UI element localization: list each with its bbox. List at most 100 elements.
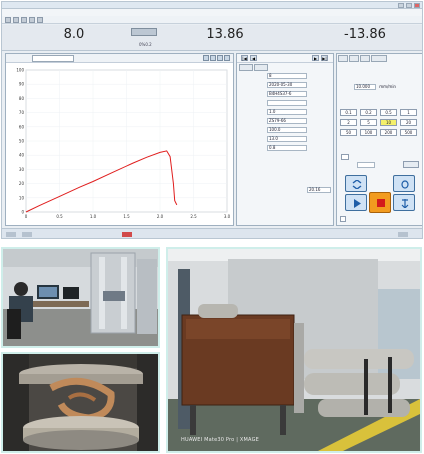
step-button[interactable]: 500 <box>400 129 417 136</box>
speed-input[interactable]: 10.000 <box>354 84 376 90</box>
x-tick-label: 0 <box>25 214 28 219</box>
play-icon <box>354 199 361 208</box>
pan-icon[interactable] <box>217 55 223 61</box>
next-record-icon[interactable]: ▶ <box>312 55 319 61</box>
readout-small-label: 0%0.2 <box>139 42 152 47</box>
tab-info[interactable] <box>239 64 253 71</box>
force-displacement-chart: 01020304050607080901000 0.5 1.0 1.5 2.0 2.5 3.… <box>16 68 231 220</box>
specimen-field-value[interactable]: ZS79-66 <box>267 118 307 124</box>
specimen-closeup-photo <box>1 352 160 453</box>
test-rig-photo: HUAWEI Mate30 Pro | XMAGE <box>166 247 422 453</box>
x-tick-label: 3.0 <box>224 214 231 219</box>
apply-button[interactable] <box>403 161 419 168</box>
maximize-icon[interactable] <box>406 3 412 8</box>
first-record-icon[interactable]: |◀ <box>241 55 248 61</box>
toolbar-button[interactable] <box>21 17 27 23</box>
title-bar <box>2 2 422 9</box>
target-input[interactable] <box>357 162 375 168</box>
specimen-field-value[interactable]: B4H4S37-6 <box>267 91 307 97</box>
specimen-field: 0.8 <box>239 145 333 151</box>
status-segment <box>22 232 32 237</box>
tab-param[interactable] <box>349 55 359 62</box>
toolbar-button[interactable] <box>29 17 35 23</box>
zoom-in-icon[interactable] <box>203 55 209 61</box>
minimize-icon[interactable] <box>398 3 404 8</box>
tab-result[interactable] <box>254 64 268 71</box>
specimen-field: 2020-05-30 <box>239 82 333 88</box>
rig-scene <box>168 249 420 451</box>
zero-icon <box>401 180 409 189</box>
specimen-field: 1.0 <box>239 109 333 115</box>
jog-button[interactable] <box>345 175 367 192</box>
prev-record-icon[interactable]: ◀ <box>250 55 257 61</box>
specimen-field-value[interactable]: 2020-05-30 <box>267 82 307 88</box>
x-tick-label: 1.0 <box>90 214 97 219</box>
chart-tools <box>202 55 230 64</box>
auto-return-checkbox[interactable] <box>340 216 346 222</box>
y-tick-label: 100 <box>16 68 24 73</box>
specimen-field: 100.0 <box>239 127 333 133</box>
x-tick-label: 2.5 <box>190 214 197 219</box>
extra-field-value[interactable]: 20.16 <box>307 187 331 193</box>
step-button[interactable]: 0.2 <box>360 109 377 116</box>
toolbar-button[interactable] <box>13 17 19 23</box>
specimen-field-value[interactable]: 13.0 <box>267 136 307 142</box>
status-segment <box>398 232 408 237</box>
stop-button[interactable] <box>369 192 391 213</box>
control-tabs <box>338 55 388 63</box>
step-button[interactable]: 10 <box>380 119 397 126</box>
toolbar <box>2 16 422 24</box>
curve-panel-header <box>6 54 233 63</box>
status-indicator <box>122 232 132 237</box>
specimen-info-panel: |◀ ◀ ▶ ▶| 8 2020-05-30 B4H4S37-6 1.0 ZS79-66… <box>236 53 334 226</box>
readout-toggle-button[interactable] <box>131 28 157 36</box>
specimen-scene <box>3 354 158 451</box>
menu-bar <box>2 9 422 16</box>
step-button[interactable]: 2 <box>340 119 357 126</box>
step-button[interactable]: 200 <box>380 129 397 136</box>
tab-other[interactable] <box>371 55 387 62</box>
speed-row: 10.000 mm/min <box>340 84 396 90</box>
double-arrow-icon <box>352 180 362 189</box>
toolbar-button[interactable] <box>5 17 11 23</box>
speed-unit: mm/min <box>379 84 396 89</box>
step-button[interactable]: 20 <box>400 119 417 126</box>
zero-button[interactable] <box>393 175 415 192</box>
step-button[interactable]: 1 <box>400 109 417 116</box>
tab-control[interactable] <box>338 55 348 62</box>
toolbar-button[interactable] <box>37 17 43 23</box>
y-tick-label: 60 <box>19 124 25 129</box>
option-checkbox[interactable] <box>341 154 349 160</box>
last-record-icon[interactable]: ▶| <box>321 55 328 61</box>
y-tick-label: 80 <box>19 96 25 101</box>
deformation-readout: -13.86 <box>344 27 386 42</box>
record-nav: |◀ ◀ ▶ ▶| <box>237 54 333 63</box>
specimen-field: ZS79-66 <box>239 118 333 124</box>
x-tick-label: 1.5 <box>123 214 130 219</box>
specimen-field <box>239 100 333 106</box>
step-button[interactable]: 0.1 <box>340 109 357 116</box>
specimen-field-value[interactable]: 1.0 <box>267 109 307 115</box>
zoom-out-icon[interactable] <box>210 55 216 61</box>
step-button[interactable]: 100 <box>360 129 377 136</box>
specimen-field-value[interactable]: 8 <box>267 73 307 79</box>
curve-type-select[interactable] <box>32 55 74 62</box>
reset-view-icon[interactable] <box>224 55 230 61</box>
control-panel: 10.000 mm/min 0.1 0.2 0.5 1 2 5 10 20 50 100 200 50… <box>336 53 422 226</box>
step-button[interactable]: 0.5 <box>380 109 397 116</box>
specimen-field-value[interactable] <box>267 100 307 106</box>
close-icon[interactable] <box>414 3 420 8</box>
specimen-field: 8 <box>239 73 333 79</box>
step-button[interactable]: 5 <box>360 119 377 126</box>
tab-mode[interactable] <box>360 55 370 62</box>
stop-icon <box>377 199 385 207</box>
specimen-field-value[interactable]: 0.8 <box>267 145 307 151</box>
x-tick-label: 0.5 <box>56 214 63 219</box>
return-icon <box>401 199 409 208</box>
info-tabs <box>239 64 269 72</box>
step-button[interactable]: 50 <box>340 129 357 136</box>
start-button[interactable] <box>345 194 367 211</box>
specimen-field-value[interactable]: 100.0 <box>267 127 307 133</box>
displacement-readout: 13.86 <box>206 27 244 42</box>
return-button[interactable] <box>393 194 415 211</box>
